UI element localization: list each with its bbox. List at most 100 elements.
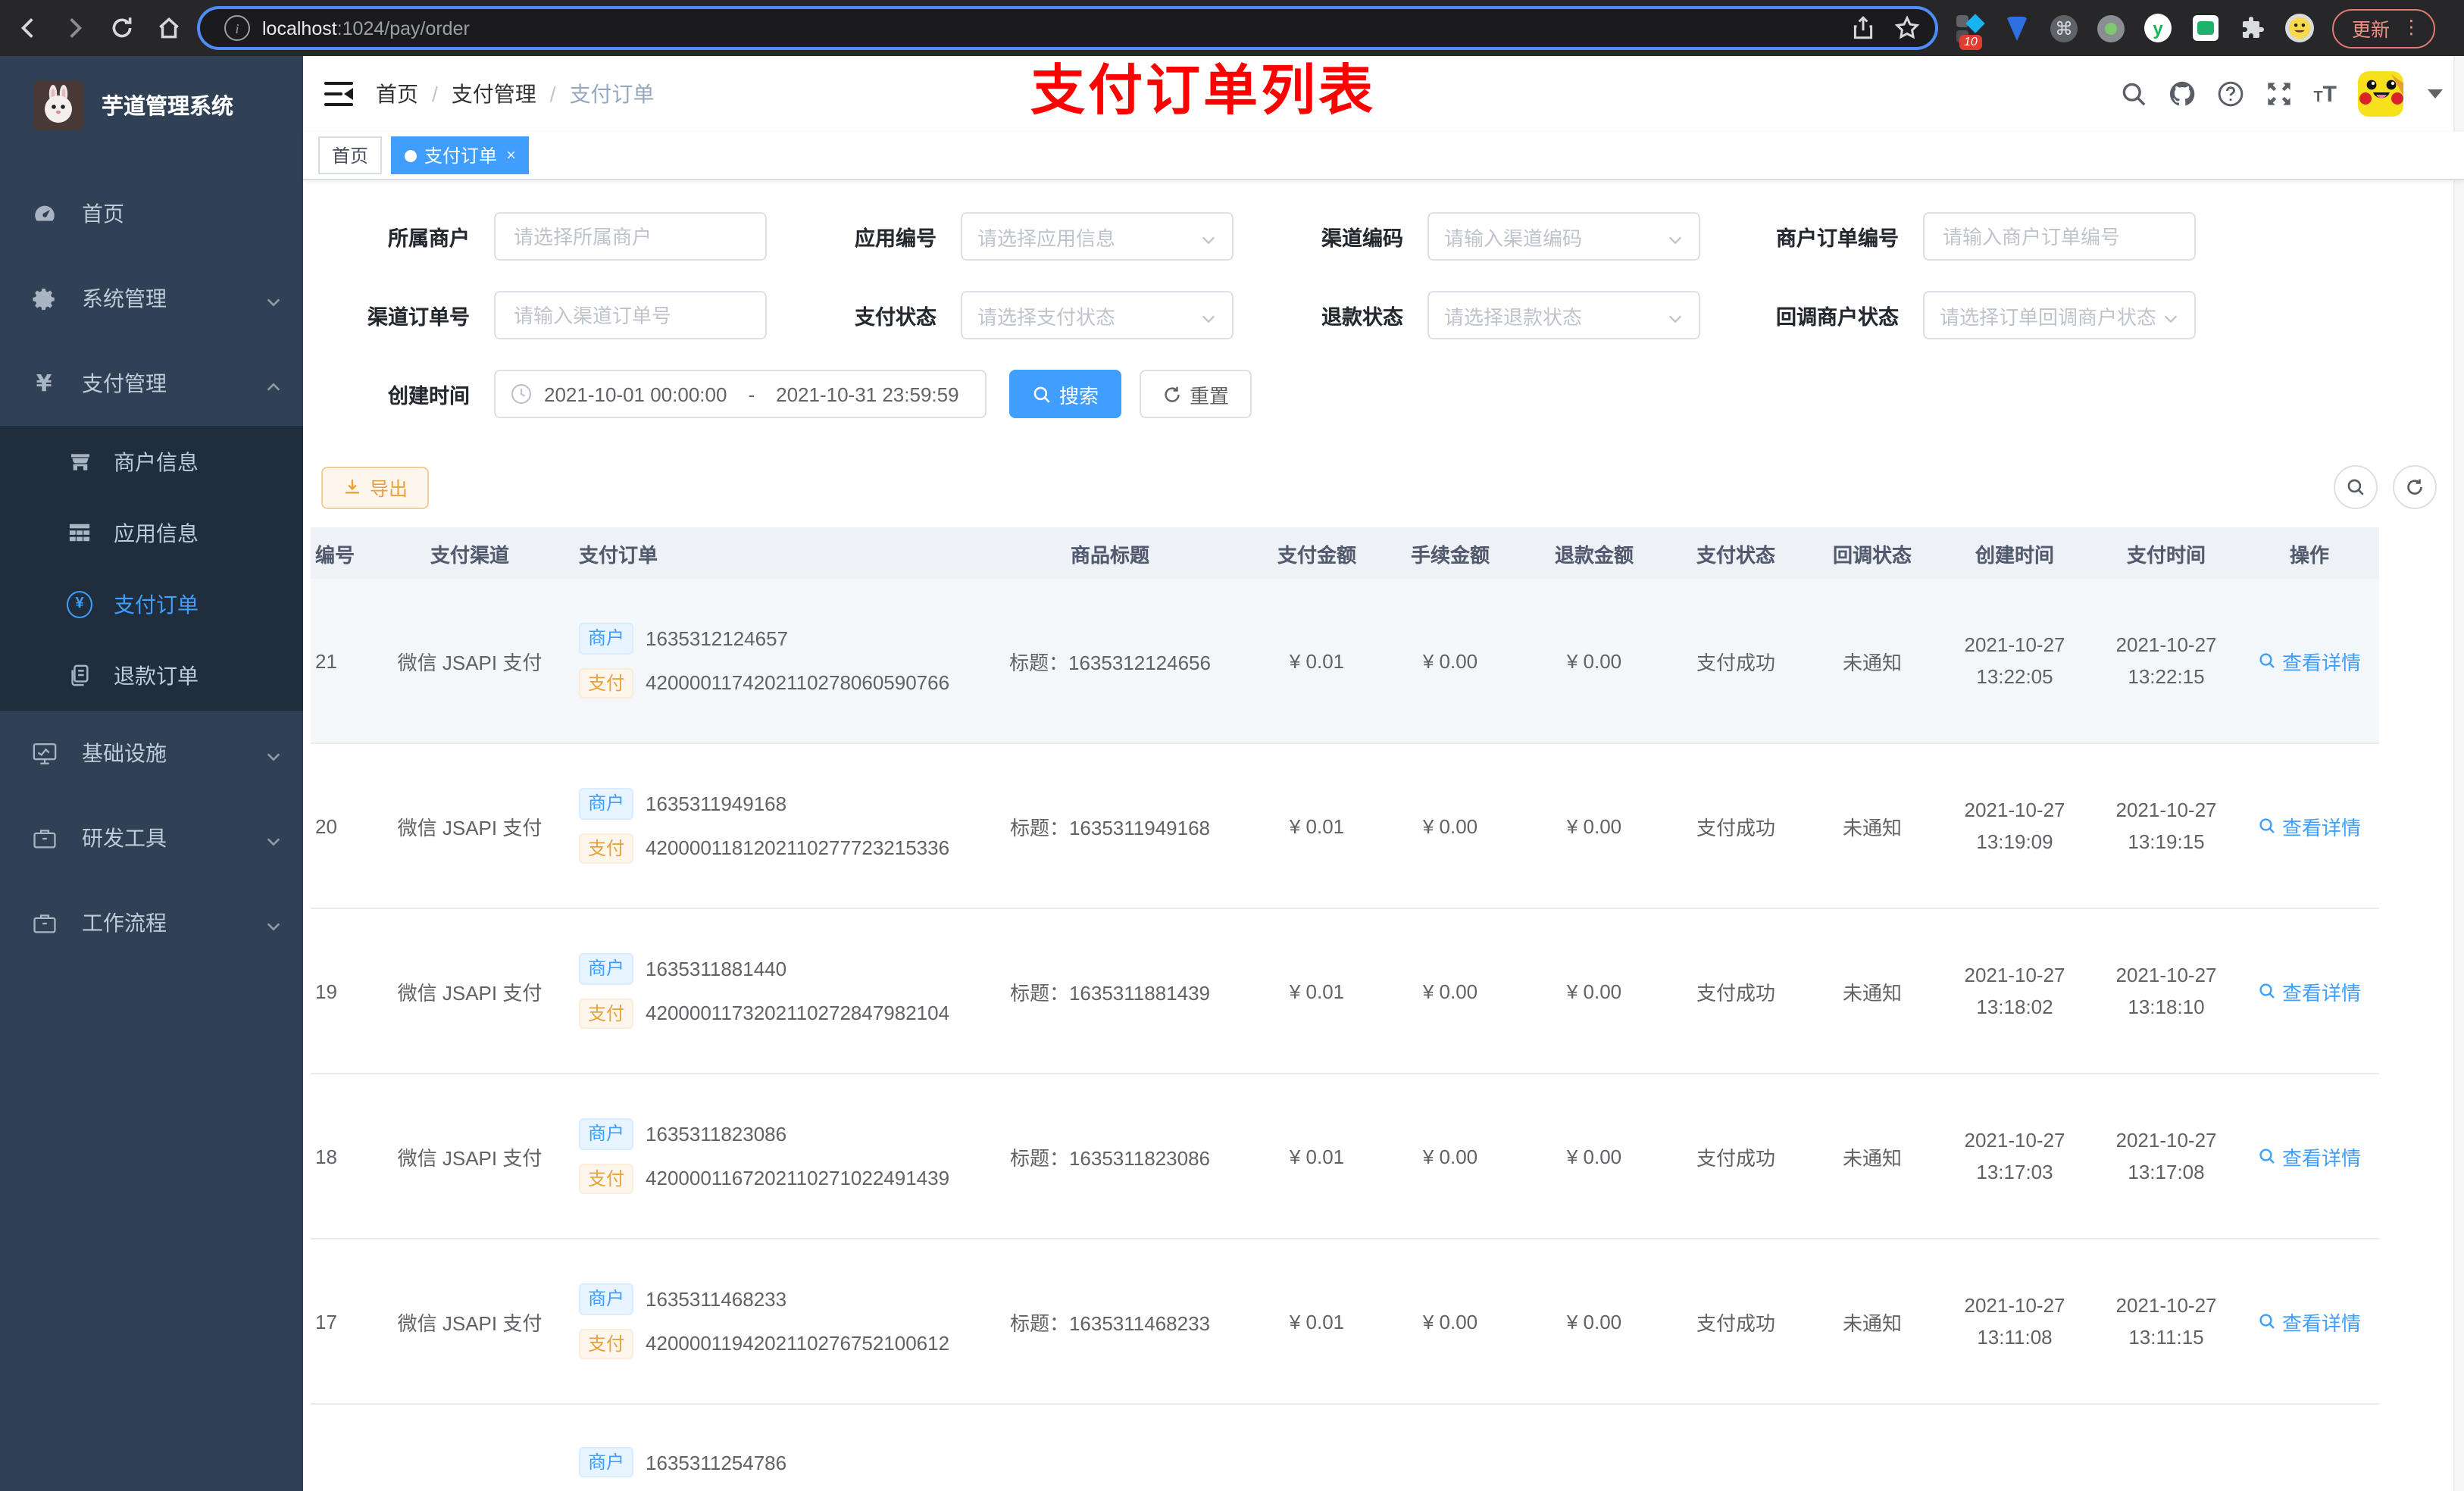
extensions-puzzle-icon[interactable]	[2238, 14, 2265, 42]
breadcrumb-section[interactable]: 支付管理	[452, 79, 536, 109]
tab-home[interactable]: 首页	[318, 136, 383, 174]
monitor-icon	[30, 739, 58, 767]
view-detail-link[interactable]: 查看详情	[2258, 977, 2361, 1005]
sidebar-item-refund-order[interactable]: 退款订单	[0, 639, 303, 711]
sidebar-item-app-info[interactable]: 应用信息	[0, 497, 303, 568]
pay-tag: 支付	[579, 1163, 634, 1194]
tab-close-icon[interactable]: ×	[506, 146, 516, 164]
table-row[interactable]: 19 微信 JSAPI 支付 商户 1635311881440 支付 4200001…	[311, 908, 2379, 1074]
pay-status-select[interactable]: 请选择支付状态	[961, 291, 1234, 339]
extension-badge-icon[interactable]: 10	[1956, 13, 1985, 49]
channel-order-no-input[interactable]	[511, 302, 750, 328]
chevron-up-icon	[265, 375, 282, 392]
filter-label-app: 应用编号	[855, 227, 937, 250]
col-channel: 支付渠道	[371, 527, 568, 579]
help-icon[interactable]	[2216, 80, 2244, 108]
sidebar-item-merchant-info[interactable]: 商户信息	[0, 426, 303, 497]
url-bar[interactable]: i localhost:1024/pay/order	[200, 9, 1935, 47]
chevron-down-icon	[2162, 307, 2179, 324]
download-icon	[342, 477, 362, 497]
grid-icon	[67, 520, 92, 545]
pay-tag: 支付	[579, 667, 634, 699]
browser-home-icon[interactable]	[156, 15, 182, 41]
col-pay-time: 支付时间	[2093, 527, 2240, 579]
refresh-table-button[interactable]	[2393, 465, 2437, 509]
merchant-tag: 商户	[579, 1118, 634, 1149]
browser-update-button[interactable]: 更新 ⋮	[2332, 8, 2435, 48]
chevron-down-icon	[265, 830, 282, 846]
date-end: 2021-10-31 23:59:59	[776, 383, 959, 405]
view-detail-link[interactable]: 查看详情	[2258, 1142, 2361, 1171]
merchant-order-no-input[interactable]	[1940, 223, 2179, 249]
col-refund: 退款金额	[1524, 527, 1664, 579]
sidebar-item-payment[interactable]: ¥ 支付管理	[0, 341, 303, 426]
site-info-icon[interactable]: i	[224, 15, 250, 41]
chevron-down-icon	[1200, 228, 1217, 245]
sidebar-item-dev-tools[interactable]: 研发工具	[0, 796, 303, 880]
sidebar-item-home[interactable]: 首页	[0, 171, 303, 256]
view-detail-link[interactable]: 查看详情	[2258, 1307, 2361, 1336]
merchant-input[interactable]	[511, 223, 750, 249]
sidebar-item-workflow[interactable]: 工作流程	[0, 880, 303, 965]
extension-record-icon[interactable]	[2097, 14, 2125, 42]
refund-status-select[interactable]: 请选择退款状态	[1427, 291, 1700, 339]
app-select[interactable]: 请选择应用信息	[961, 212, 1234, 261]
view-detail-link[interactable]: 查看详情	[2258, 646, 2361, 675]
active-tab-dot	[405, 149, 417, 161]
bookmark-star-icon[interactable]	[1894, 15, 1920, 41]
breadcrumb-home[interactable]: 首页	[376, 79, 418, 109]
dashboard-icon	[30, 200, 58, 227]
page: i localhost:1024/pay/order 10 ⌘ y 更新 ⋮ 芋…	[0, 0, 2464, 1491]
avatar[interactable]	[2358, 71, 2403, 117]
font-size-icon[interactable]: TT	[2313, 83, 2337, 105]
table-row-partial[interactable]: 商户 1635311254786	[311, 1404, 2379, 1491]
extension-command-icon[interactable]: ⌘	[2050, 14, 2078, 42]
github-icon[interactable]	[2168, 80, 2195, 108]
gear-icon	[30, 285, 58, 312]
tab-pay-order[interactable]: 支付订单 ×	[391, 136, 530, 174]
channel-code-select[interactable]: 请输入渠道编码	[1427, 212, 1700, 261]
payment-submenu: 商户信息 应用信息 ¥ 支付订单 退款订单	[0, 426, 303, 711]
search-button[interactable]: 搜索	[1009, 370, 1122, 418]
page-scrollbar[interactable]	[2453, 56, 2464, 1491]
annotation-title: 支付订单列表	[1030, 59, 1377, 121]
avatar-caret-icon[interactable]	[2428, 89, 2443, 98]
sidebar-fold-icon[interactable]	[324, 81, 353, 107]
extension-kite-icon[interactable]	[2003, 14, 2031, 42]
fullscreen-icon[interactable]	[2265, 80, 2292, 108]
sidebar-item-system[interactable]: 系统管理	[0, 256, 303, 341]
browser-menu-icon[interactable]: ⋮	[2402, 18, 2421, 38]
toolbox-icon	[30, 824, 58, 852]
reset-button[interactable]: 重置	[1140, 370, 1252, 418]
table-row[interactable]: 17 微信 JSAPI 支付 商户 1635311468233 支付 4200001…	[311, 1239, 2379, 1405]
sidebar-item-infra[interactable]: 基础设施	[0, 711, 303, 796]
col-actions: 操作	[2240, 527, 2379, 579]
document-copy-icon	[67, 662, 92, 688]
url-text: localhost:1024/pay/order	[262, 17, 470, 39]
col-pay-status: 支付状态	[1664, 527, 1808, 579]
profile-emoji-icon[interactable]	[2285, 14, 2314, 42]
header-search-icon[interactable]	[2119, 80, 2147, 108]
search-icon	[1032, 384, 1052, 404]
yen-icon: ¥	[36, 370, 52, 397]
table-row[interactable]: 20 微信 JSAPI 支付 商户 1635311949168 支付 4200001…	[311, 743, 2379, 909]
toggle-search-button[interactable]	[2334, 465, 2378, 509]
date-range-picker[interactable]: 2021-10-01 00:00:00 - 2021-10-31 23:59:5…	[494, 370, 987, 418]
extension-y-icon[interactable]: y	[2144, 14, 2172, 42]
col-id: 编号	[311, 527, 371, 579]
update-label: 更新	[2352, 20, 2391, 41]
export-button[interactable]: 导出	[321, 466, 430, 508]
view-detail-link[interactable]: 查看详情	[2258, 811, 2361, 840]
browser-back-icon[interactable]	[15, 15, 41, 41]
main-area: 首页 / 支付管理 / 支付订单 T T 首页 支付订单 × 所属商户 请选择所…	[303, 56, 2464, 1491]
app-logo[interactable]: 芋道管理系统	[0, 62, 303, 147]
extension-chat-icon[interactable]	[2191, 14, 2219, 42]
callback-status-select[interactable]: 请选择订单回调商户状态	[1923, 291, 2196, 339]
table-row[interactable]: 18 微信 JSAPI 支付 商户 1635311823086 支付 4200001…	[311, 1074, 2379, 1239]
col-amount: 支付金额	[1258, 527, 1376, 579]
share-icon[interactable]	[1850, 15, 1876, 41]
table-row[interactable]: 21 微信 JSAPI 支付 商户 1635312124657 支付 4200001…	[311, 579, 2379, 744]
browser-reload-icon[interactable]	[109, 15, 135, 41]
browser-forward-icon[interactable]	[62, 15, 88, 41]
sidebar-item-pay-order[interactable]: ¥ 支付订单	[0, 568, 303, 639]
